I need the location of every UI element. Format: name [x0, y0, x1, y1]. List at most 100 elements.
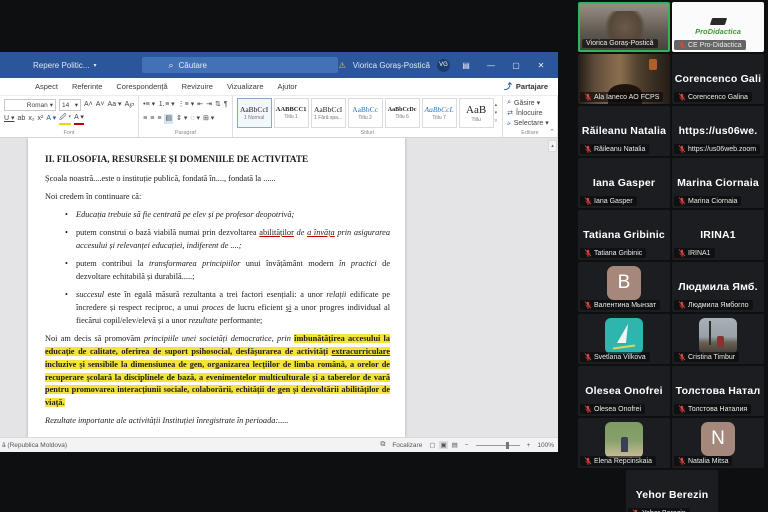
styles-gallery-scroll[interactable]: ▴▾▿ — [494, 98, 499, 128]
style-card-titlu-7[interactable]: AaBbCcLTitlu 7 — [422, 98, 457, 128]
scroll-up-icon[interactable]: ▴ — [551, 143, 554, 149]
ribbon-tab-revizuire[interactable]: Revizuire — [182, 82, 213, 91]
participant-tile[interactable]: IRINA1IRINA1 — [672, 210, 764, 260]
account-avatar-badge[interactable]: VG — [437, 59, 450, 72]
font-fx-icon-2[interactable]: ab — [18, 114, 26, 124]
print-layout-icon[interactable]: ▣ — [439, 441, 447, 449]
ribbon: Roman▾ 14▾ A˄A˅Aa ▾A℘ U ▾abx₂x²A ▾🖉 ▾A ▾… — [0, 96, 558, 138]
list-icon-5[interactable]: ⇥ — [206, 100, 212, 110]
list-icon-6[interactable]: ⇅ — [215, 100, 221, 110]
align-icon-2[interactable]: ≡ — [150, 114, 154, 124]
muted-mic-icon — [584, 197, 592, 205]
align-icon-6[interactable]: ◌ ▾ — [190, 114, 200, 124]
style-card-1-normal[interactable]: AaBbCcI1 Normal — [237, 98, 272, 128]
style-card-titlu[interactable]: AaBTitlu — [459, 98, 494, 128]
zoom-slider[interactable] — [476, 445, 520, 446]
search-box[interactable]: ⌕ Căutare — [142, 57, 338, 73]
document-tab[interactable]: Repere Politic... ▾ — [33, 61, 96, 70]
ribbon-tab-corespondență[interactable]: Corespondență — [116, 82, 167, 91]
style-card-titlu-2[interactable]: AaBbCcTitlu 2 — [348, 98, 383, 128]
font-name-select[interactable]: Roman▾ — [4, 99, 56, 111]
participant-tile[interactable]: Cristina Timbur — [672, 314, 764, 364]
editing-item-găsire[interactable]: ⌕Găsire ▾ — [507, 98, 549, 108]
participant-tile[interactable]: Viorica Goraș-Postică — [578, 2, 670, 52]
ribbon-tab-ajutor[interactable]: Ajutor — [278, 82, 298, 91]
participant-tile[interactable]: Ala Ianeco AO FCPS — [578, 54, 670, 104]
font-icon-2[interactable]: A˅ — [96, 100, 105, 110]
align-icon-5[interactable]: ⇕ ▾ — [176, 114, 187, 124]
muted-mic-icon — [678, 249, 686, 257]
font-size-select[interactable]: 14▾ — [59, 99, 81, 111]
read-mode-icon[interactable]: ▢ — [429, 441, 435, 449]
font-fx-icon-5[interactable]: A ▾ — [46, 114, 56, 124]
ribbon-tab-referinte[interactable]: Referinte — [72, 82, 102, 91]
align-icon-7[interactable]: ⊞ ▾ — [203, 114, 214, 124]
collapse-ribbon-icon[interactable]: ⌃ — [549, 128, 555, 136]
font-icon-4[interactable]: A℘ — [125, 100, 135, 110]
zoom-value[interactable]: 100% — [537, 442, 554, 449]
participant-tile[interactable]: Olesea OnofreiOlesea Onofrei — [578, 366, 670, 416]
language-status[interactable]: ă (Republica Moldova) — [2, 442, 67, 449]
participant-tile[interactable]: https://us06we.https://us06web.zoom — [672, 106, 764, 156]
font-fx-icon-7[interactable]: A ▾ — [74, 113, 84, 125]
style-card-1-fără-spa...[interactable]: AaBbCcI1 Fără spa... — [311, 98, 346, 128]
list-icon-1[interactable]: •≡ ▾ — [143, 100, 155, 110]
font-name-value: Roman — [27, 102, 48, 109]
document-page[interactable]: II. FILOSOFIA, RESURSELE ȘI DOMENIILE DE… — [28, 138, 405, 437]
zoom-slider-thumb[interactable] — [506, 442, 509, 449]
vertical-scrollbar[interactable]: ▴ — [548, 140, 557, 152]
editing-item-icon: ⭟ — [507, 119, 511, 127]
focus-button[interactable]: Focalizare — [392, 442, 422, 449]
style-card-titlu-1[interactable]: AABBCC1Titlu 1 — [274, 98, 309, 128]
participant-label: Natalia Mitsa — [674, 456, 732, 466]
zoom-out-button[interactable]: − — [465, 442, 469, 449]
view-mode-icons[interactable]: ▢ ▣ ▤ — [429, 441, 457, 449]
share-label: Partajare — [516, 82, 548, 91]
share-button[interactable]: ⤴ Partajare — [504, 81, 548, 92]
titlebar-right: ⚠ Viorica Goraș-Postică VG ▤ — ▢ ✕ — [339, 59, 558, 72]
participant-tile[interactable]: Tatiana GribinicTatiana Gribinic — [578, 210, 670, 260]
search-placeholder: Căutare — [179, 61, 207, 70]
ribbon-tab-aspect[interactable]: Aspect — [35, 82, 58, 91]
editing-item-selectare[interactable]: ⭟Selectare ▾ — [507, 118, 549, 128]
font-icon-3[interactable]: Aa ▾ — [108, 100, 122, 110]
list-icon-3[interactable]: ⋮≡ ▾ — [178, 100, 195, 110]
close-button[interactable]: ✕ — [532, 61, 550, 70]
participant-tile[interactable]: Răileanu NataliaRăileanu Natalia — [578, 106, 670, 156]
participant-tile[interactable]: Iana GasperIana Gasper — [578, 158, 670, 208]
align-icon-1[interactable]: ≡ — [143, 114, 147, 124]
align-icon-4[interactable]: ▤ — [164, 114, 173, 124]
editing-item-înlocuire[interactable]: ⇄Înlocuire — [507, 108, 549, 118]
list-icon-2[interactable]: ⒈≡ ▾ — [158, 100, 175, 110]
font-fx-icon-1[interactable]: U ▾ — [4, 114, 15, 124]
participant-label-text: Валентина Мынзат — [594, 302, 656, 309]
participant-label: Marina Ciornaia — [674, 196, 741, 206]
participant-tile[interactable]: Людмила Ямб.Людмила Ямбогло — [672, 262, 764, 312]
participant-label-text: Толстова Наталия — [688, 406, 747, 413]
font-fx-icon-4[interactable]: x² — [38, 114, 44, 124]
participant-tile[interactable]: Marina CiornaiaMarina Ciornaia — [672, 158, 764, 208]
style-card-titlu-6[interactable]: AaBbCcDcTitlu 6 — [385, 98, 420, 128]
list-icon-7[interactable]: ¶ — [224, 100, 228, 110]
font-icon-1[interactable]: A˄ — [84, 100, 93, 110]
list-icon-4[interactable]: ⇤ — [197, 100, 203, 110]
participant-tile[interactable]: ВВалентина Мынзат — [578, 262, 670, 312]
ribbon-tab-vizualizare[interactable]: Vizualizare — [227, 82, 264, 91]
participant-tile[interactable]: Corencenco GaliCorencenco Galina — [672, 54, 764, 104]
participant-tile[interactable]: Svetlana Vilkova — [578, 314, 670, 364]
minimize-button[interactable]: — — [482, 61, 500, 70]
participant-tile[interactable]: Yehor BerezinYehor Berezin — [626, 470, 718, 512]
account-name[interactable]: Viorica Goraș-Postică — [353, 61, 430, 70]
participant-tile[interactable]: Толстова НаталТолстова Наталия — [672, 366, 764, 416]
participant-tile[interactable]: NNatalia Mitsa — [672, 418, 764, 468]
web-layout-icon[interactable]: ▤ — [452, 441, 458, 449]
font-fx-icon-6[interactable]: 🖉 ▾ — [59, 113, 71, 125]
ribbon-display-options-icon[interactable]: ▤ — [457, 61, 475, 70]
participant-label-text: Răileanu Natalia — [594, 146, 645, 153]
font-fx-icon-3[interactable]: x₂ — [28, 114, 34, 124]
maximize-button[interactable]: ▢ — [507, 61, 525, 70]
participant-tile[interactable]: ProDidacticaCE Pro-Didactica — [672, 2, 764, 52]
zoom-in-button[interactable]: + — [527, 442, 531, 449]
participant-tile[interactable]: Elena Repcinskaia — [578, 418, 670, 468]
align-icon-3[interactable]: ≡ — [157, 114, 161, 124]
